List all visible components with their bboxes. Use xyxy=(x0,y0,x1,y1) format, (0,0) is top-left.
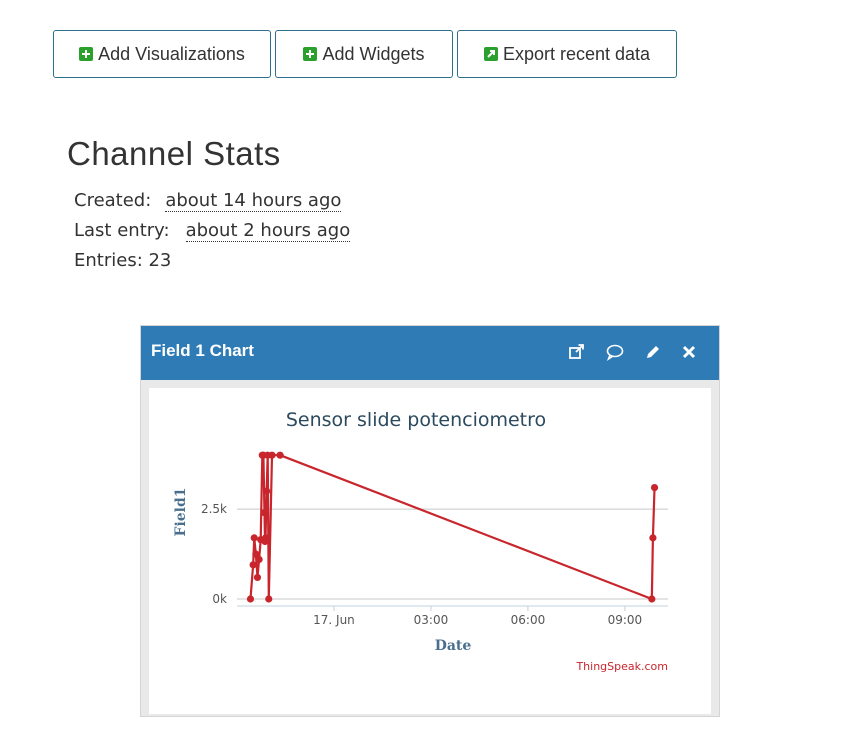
data-point[interactable] xyxy=(265,595,273,603)
close-icon[interactable] xyxy=(679,342,699,362)
data-point[interactable] xyxy=(250,534,258,542)
y-axis-ticks: 0k 2.5k xyxy=(201,502,227,606)
stat-last-entry: Last entry: about 2 hours ago xyxy=(74,220,351,242)
data-point[interactable] xyxy=(649,534,657,542)
chart-svg: Sensor slide potenciometro 0k 2.5k 17. Ju… xyxy=(173,409,668,673)
series-line xyxy=(249,454,656,601)
add-visualizations-button[interactable]: Add Visualizations xyxy=(53,30,271,78)
card-title: Field 1 Chart xyxy=(151,341,254,360)
stat-entries: Entries: 23 xyxy=(74,250,172,271)
thingspeak-credit[interactable]: ThingSpeak.com xyxy=(575,660,668,673)
export-recent-data-label: Export recent data xyxy=(502,43,651,64)
data-point[interactable] xyxy=(650,483,659,492)
x-tick-label: 06:00 xyxy=(511,613,546,627)
stat-created: Created: about 14 hours ago xyxy=(74,190,342,212)
export-icon xyxy=(483,47,498,61)
data-point[interactable] xyxy=(276,451,284,459)
x-axis-ticks: 17. Jun 03:00 06:00 09:00 xyxy=(313,606,642,627)
data-point[interactable] xyxy=(249,561,257,569)
card-header: Field 1 Chart xyxy=(141,326,719,380)
y-axis-label: Field1 xyxy=(173,487,189,536)
y-tick-label: 2.5k xyxy=(201,502,227,516)
add-widgets-label: Add Widgets xyxy=(322,43,425,64)
data-point[interactable] xyxy=(246,595,255,603)
created-value: about 14 hours ago xyxy=(165,190,342,212)
data-point[interactable] xyxy=(648,595,656,603)
data-point[interactable] xyxy=(268,451,276,459)
field-1-chart-card: Field 1 Chart Sensor slide potenciometro… xyxy=(140,325,720,717)
data-point[interactable] xyxy=(253,573,262,582)
last-entry-label: Last entry: xyxy=(74,220,170,241)
add-visualizations-label: Add Visualizations xyxy=(98,43,245,64)
data-point[interactable] xyxy=(260,509,269,517)
x-tick-label: 03:00 xyxy=(414,613,449,627)
comment-icon[interactable] xyxy=(605,342,625,362)
chart-grid xyxy=(237,508,668,607)
data-point[interactable] xyxy=(255,555,263,564)
x-tick-label: 09:00 xyxy=(608,613,643,627)
created-label: Created: xyxy=(74,190,152,211)
plus-square-icon xyxy=(79,47,94,61)
y-tick-label: 0k xyxy=(212,592,227,606)
chart-title: Sensor slide potenciometro xyxy=(286,409,546,431)
external-link-icon[interactable] xyxy=(567,342,587,362)
pencil-icon[interactable] xyxy=(643,342,663,362)
export-recent-data-button[interactable]: Export recent data xyxy=(457,30,677,78)
add-widgets-button[interactable]: Add Widgets xyxy=(275,30,453,78)
channel-stats-title: Channel Stats xyxy=(67,135,281,172)
x-tick-label: 17. Jun xyxy=(313,613,355,627)
plus-square-icon xyxy=(303,47,318,61)
x-axis-label: Date xyxy=(435,638,472,654)
data-point[interactable] xyxy=(263,487,271,495)
series-field1 xyxy=(246,451,659,603)
data-point[interactable] xyxy=(261,534,270,542)
last-entry-value: about 2 hours ago xyxy=(185,220,351,242)
chart-area: Sensor slide potenciometro 0k 2.5k 17. Ju… xyxy=(149,388,711,714)
